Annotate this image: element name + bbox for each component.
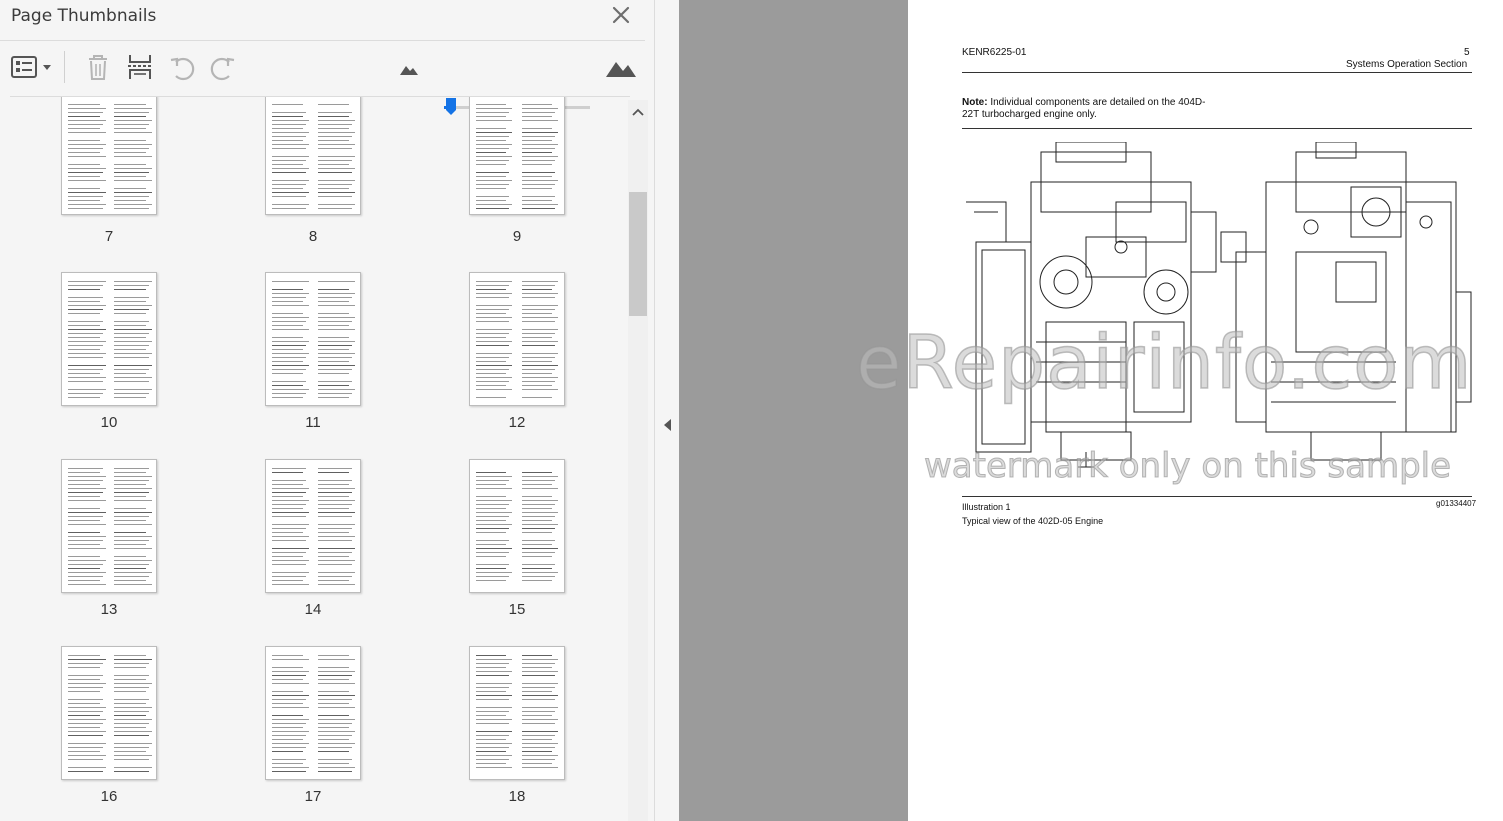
thumbnail-page-number: 17 <box>304 788 322 805</box>
thumbnail-page-image[interactable] <box>469 646 565 780</box>
thumbnail-page-number: 18 <box>508 788 526 805</box>
thumbnail-page-number: 11 <box>305 414 321 431</box>
large-mountain-icon <box>606 62 636 77</box>
panel-splitter[interactable] <box>655 0 679 821</box>
thumbnail-page-image[interactable] <box>61 97 157 215</box>
triangle-left-icon <box>664 419 671 431</box>
thumbnail-page-number: 13 <box>100 601 118 618</box>
illustration-caption: Typical view of the 402D-05 Engine <box>962 516 1104 526</box>
illustration-label: Illustration 1 <box>962 502 1011 512</box>
scroll-up-button[interactable] <box>628 102 648 122</box>
collapse-panel-button[interactable] <box>661 416 673 434</box>
watermark-main: eRepairinfo.com <box>855 319 1473 407</box>
panel-title: Page Thumbnails <box>11 6 157 26</box>
thumbnail-page-image[interactable] <box>61 459 157 593</box>
scrollbar-thumb[interactable] <box>629 192 647 316</box>
thumbnail-page-number: 10 <box>100 414 118 431</box>
zoom-out-thumbnails-button[interactable] <box>398 51 420 83</box>
extract-pages-icon <box>128 55 152 79</box>
thumbnail-page-image[interactable] <box>61 646 157 780</box>
thumbnail-page-number: 16 <box>100 788 118 805</box>
thumbnail-page-number: 12 <box>508 414 526 431</box>
note-text: Individual components are detailed on th… <box>962 97 1206 120</box>
zoom-in-thumbnails-button[interactable] <box>604 51 638 83</box>
chevron-up-icon <box>632 108 644 116</box>
thumbnail-page-number: 15 <box>508 601 526 618</box>
illustration-rule <box>962 496 1472 497</box>
thumbnail-page-number: 14 <box>304 601 322 618</box>
extract-pages-button[interactable] <box>125 51 155 83</box>
page-thumbnails-panel: Page Thumbnails 7 8 9 10 11 12 13 14 15 … <box>0 0 655 821</box>
thumbnails-toolbar <box>0 40 645 115</box>
document-page: KENR6225-01 5 Systems Operation Section … <box>908 0 1503 821</box>
document-note: Note: Individual components are detailed… <box>962 97 1222 121</box>
trash-icon <box>89 55 107 80</box>
thumbnail-page-image[interactable] <box>469 459 565 593</box>
close-panel-button[interactable] <box>608 2 634 28</box>
rotate-right-button[interactable] <box>208 51 238 83</box>
header-rule <box>962 72 1472 73</box>
thumbnail-page-image[interactable] <box>265 459 361 593</box>
small-mountain-icon <box>400 66 418 75</box>
document-background <box>679 0 908 821</box>
close-icon <box>612 6 630 24</box>
thumbnails-scrollbar[interactable] <box>628 100 648 821</box>
document-page-number: 5 <box>1464 47 1470 58</box>
illustration-id: g01334407 <box>1436 499 1477 508</box>
rotate-left-button[interactable] <box>167 51 197 83</box>
thumbnail-options-button[interactable] <box>10 51 56 83</box>
thumbnail-page-number: 8 <box>308 228 318 245</box>
thumbnail-page-image[interactable] <box>265 646 361 780</box>
thumbnail-page-image[interactable] <box>469 97 565 215</box>
document-code: KENR6225-01 <box>962 47 1027 58</box>
thumbnail-page-image[interactable] <box>469 272 565 406</box>
watermark-sub: watermark only on this sample <box>923 446 1452 487</box>
thumbnails-grid: 7 8 9 10 11 12 13 14 15 16 17 18 <box>10 96 630 821</box>
rotate-counterclockwise-icon <box>170 57 195 81</box>
engine-illustration <box>966 142 1472 468</box>
note-rule <box>962 128 1472 129</box>
thumbnail-page-image[interactable] <box>265 272 361 406</box>
delete-pages-button[interactable] <box>83 51 113 83</box>
thumbnail-page-image[interactable] <box>265 97 361 215</box>
rotate-clockwise-icon <box>210 57 235 81</box>
note-label: Note: <box>962 97 988 108</box>
panel-header: Page Thumbnails <box>0 0 655 34</box>
thumbnail-page-image[interactable] <box>61 272 157 406</box>
thumbnail-page-number: 9 <box>512 228 522 245</box>
thumbnail-page-number: 7 <box>104 228 114 245</box>
thumbnail-options-icon <box>11 56 51 78</box>
toolbar-separator <box>64 51 65 83</box>
document-section-title: Systems Operation Section <box>1346 59 1468 70</box>
